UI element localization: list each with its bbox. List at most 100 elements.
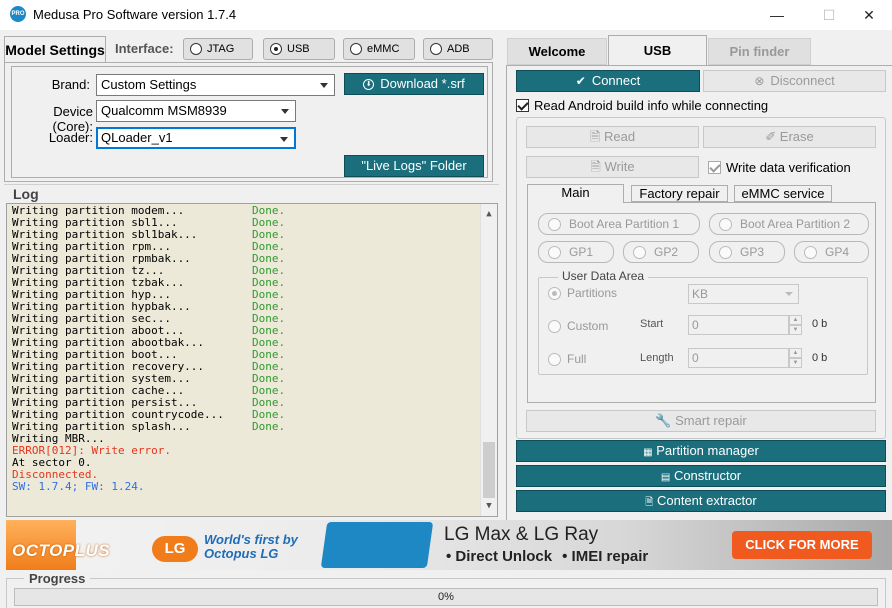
cancel-circle-icon: ⊗ [754, 74, 765, 88]
banner-slogan: World's first by Octopus LG [204, 533, 298, 561]
write-verify-option[interactable]: Write data verification [708, 160, 851, 175]
jtag-radio[interactable] [190, 43, 202, 55]
write-verify-checkbox[interactable] [708, 161, 721, 174]
gp3-label: GP3 [740, 245, 765, 259]
subtab-factory-repair[interactable]: Factory repair [631, 185, 728, 202]
length-up-icon[interactable]: ▲ [789, 348, 802, 358]
adb-label: ADB [447, 43, 470, 55]
unit-select[interactable]: KB [688, 284, 799, 304]
chevron-down-icon [280, 137, 288, 142]
check-circle-icon: ✔ [575, 74, 586, 88]
gp4-option[interactable]: GP4 [794, 241, 869, 263]
read-android-info-option[interactable]: Read Android build info while connecting [516, 98, 768, 113]
gp2-option[interactable]: GP2 [623, 241, 699, 263]
octoplus-brand: OCTOPLUS [12, 541, 111, 560]
boot-area-2-option[interactable]: Boot Area Partition 2 [709, 213, 869, 235]
click-for-more-button[interactable]: CLICK FOR MORE [732, 531, 872, 559]
partition-manager-button[interactable]: ▦ Partition manager [516, 440, 886, 462]
gp4-label: GP4 [825, 245, 850, 259]
extract-icon: 🗎 [645, 497, 654, 508]
brand-select[interactable]: Custom Settings [96, 74, 335, 96]
jtag-label: JTAG [207, 43, 235, 55]
app-icon: PRO [10, 6, 26, 22]
subtab-emmc-service[interactable]: eMMC service [734, 185, 832, 202]
scroll-thumb[interactable] [483, 442, 495, 498]
full-option[interactable]: Full [548, 352, 586, 366]
start-up-icon[interactable]: ▲ [789, 315, 802, 325]
wrench-icon: 🔧 [655, 413, 672, 428]
subtab-joiner [528, 201, 623, 203]
smart-repair-label: Smart repair [675, 413, 747, 428]
log-scrollbar[interactable]: ▲ ▼ [480, 204, 497, 516]
write-label: Write [604, 159, 635, 174]
loader-select[interactable]: QLoader_v1 [96, 127, 296, 149]
gp1-radio[interactable] [548, 245, 561, 259]
progress-bar: 0% [14, 588, 878, 606]
live-logs-folder-button[interactable]: "Live Logs" Folder [344, 155, 484, 177]
smart-repair-button[interactable]: 🔧 Smart repair [526, 410, 876, 432]
feature-imei: • IMEI repair [562, 548, 649, 565]
emmc-radio[interactable] [350, 43, 362, 55]
disconnect-label: Disconnect [770, 73, 835, 88]
gp1-option[interactable]: GP1 [538, 241, 614, 263]
length-down-icon[interactable]: ▼ [789, 358, 802, 368]
window-title: Medusa Pro Software version 1.7.4 [33, 7, 237, 22]
log-title: Log [13, 186, 39, 202]
full-radio[interactable] [548, 352, 561, 366]
minimize-button[interactable]: — [754, 0, 800, 30]
device-select[interactable]: Qualcomm MSM8939 [96, 100, 296, 122]
boot1-radio[interactable] [548, 217, 561, 231]
custom-radio[interactable] [548, 319, 561, 333]
tab-model-settings[interactable]: Model Settings [4, 36, 106, 63]
start-input[interactable]: 0 [688, 315, 789, 335]
length-input[interactable]: 0 [688, 348, 789, 368]
download-srf-button[interactable]: ⬇ Download *.srf [344, 73, 484, 95]
start-down-icon[interactable]: ▼ [789, 325, 802, 335]
chevron-down-icon [320, 83, 328, 88]
start-label: Start [640, 318, 664, 330]
log-line: SW: 1.7.4; FW: 1.24. [12, 480, 145, 493]
scroll-up-icon[interactable]: ▲ [481, 206, 497, 222]
boot2-radio[interactable] [719, 217, 732, 231]
tab-welcome[interactable]: Welcome [507, 38, 607, 65]
usb-radio[interactable] [270, 43, 282, 55]
interface-usb[interactable]: USB [263, 38, 335, 60]
lg-badge: LG [152, 536, 198, 562]
custom-option[interactable]: Custom [548, 319, 608, 333]
slogan-line-1: World's first by [204, 532, 298, 547]
interface-adb[interactable]: ADB [423, 38, 493, 60]
partition-icon: ▦ [643, 447, 653, 458]
partitions-radio[interactable] [548, 286, 561, 300]
gp3-option[interactable]: GP3 [709, 241, 785, 263]
boot-area-1-option[interactable]: Boot Area Partition 1 [538, 213, 700, 235]
progress-title: Progress [24, 571, 91, 586]
unit-value: KB [692, 287, 709, 301]
gp3-radio[interactable] [719, 245, 732, 259]
adb-radio[interactable] [430, 43, 442, 55]
constructor-button[interactable]: ▤ Constructor [516, 465, 886, 487]
gp2-radio[interactable] [633, 245, 646, 259]
connect-button[interactable]: ✔ Connect [516, 70, 700, 92]
read-android-checkbox[interactable] [516, 99, 529, 112]
length-label: Length [640, 352, 674, 364]
chevron-down-icon [785, 292, 793, 296]
tab-usb[interactable]: USB [608, 35, 707, 66]
read-button[interactable]: 🗎 Read [526, 126, 699, 148]
partitions-option[interactable]: Partitions [548, 286, 617, 300]
partition-manager-label: Partition manager [656, 443, 759, 458]
interface-jtag[interactable]: JTAG [183, 38, 253, 60]
scroll-down-icon[interactable]: ▼ [481, 498, 497, 514]
tab-pin-finder[interactable]: Pin finder [708, 38, 811, 65]
eraser-icon: ✐ [765, 129, 777, 144]
ad-banner[interactable]: OCTOPLUS LG World's first by Octopus LG … [6, 520, 892, 570]
erase-button[interactable]: ✐ Erase [703, 126, 876, 148]
progress-text: 0% [438, 591, 454, 603]
banner-features: • Direct Unlock • IMEI repair [446, 548, 648, 565]
write-button[interactable]: 🗎 Write [526, 156, 699, 178]
interface-emmc[interactable]: eMMC [343, 38, 415, 60]
gp4-radio[interactable] [804, 245, 817, 259]
content-extractor-button[interactable]: 🗎 Content extractor [516, 490, 886, 512]
disconnect-button[interactable]: ⊗ Disconnect [703, 70, 886, 92]
connect-label: Connect [591, 73, 641, 88]
close-button[interactable]: ✕ [846, 0, 892, 30]
